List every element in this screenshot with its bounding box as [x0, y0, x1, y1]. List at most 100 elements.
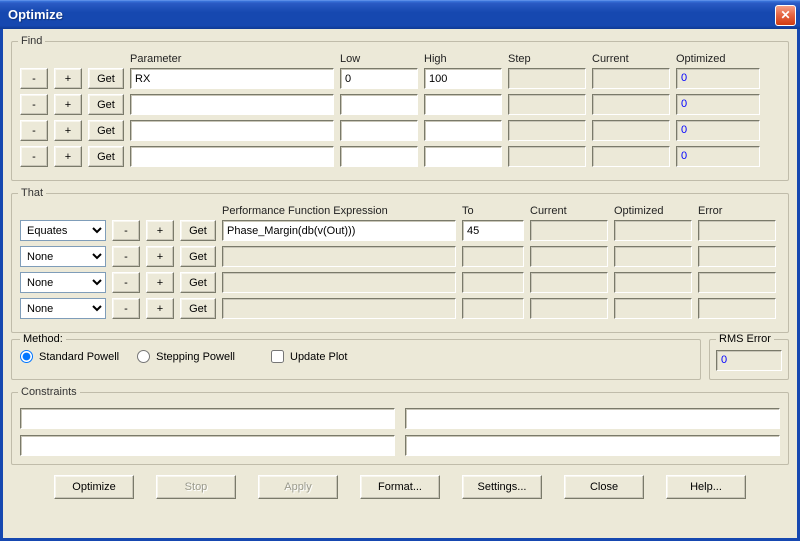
find-hdr-current: Current: [592, 53, 670, 65]
that-plus-button[interactable]: +: [146, 272, 174, 293]
find-hdr-low: Low: [340, 53, 418, 65]
apply-button[interactable]: Apply: [258, 475, 338, 499]
find-optimized-readout: 0: [676, 146, 760, 167]
find-parameter-input[interactable]: [130, 120, 334, 141]
that-expr-input: [222, 298, 456, 319]
that-legend: That: [18, 187, 46, 199]
that-current-readout: [530, 246, 608, 267]
find-step-readout: [508, 68, 586, 89]
that-mode-select[interactable]: EquatesNone: [20, 298, 106, 319]
find-step-readout: [508, 94, 586, 115]
checkbox-update-plot-input[interactable]: [271, 350, 284, 363]
find-parameter-input[interactable]: [130, 68, 334, 89]
find-plus-button[interactable]: +: [54, 120, 82, 141]
radio-stepping-powell-label: Stepping Powell: [156, 351, 235, 363]
that-to-input: [462, 298, 524, 319]
constraint-input[interactable]: [20, 435, 395, 456]
radio-standard-powell[interactable]: Standard Powell: [20, 350, 119, 363]
find-minus-button[interactable]: -: [20, 146, 48, 167]
that-current-readout: [530, 220, 608, 241]
that-mode-select[interactable]: EquatesNone: [20, 220, 106, 241]
find-plus-button[interactable]: +: [54, 68, 82, 89]
find-high-input[interactable]: [424, 146, 502, 167]
that-get-button[interactable]: Get: [180, 246, 216, 267]
close-button[interactable]: Close: [564, 475, 644, 499]
find-hdr-high: High: [424, 53, 502, 65]
that-hdr-optimized: Optimized: [614, 205, 692, 217]
radio-standard-powell-label: Standard Powell: [39, 351, 119, 363]
that-expr-input: [222, 246, 456, 267]
that-plus-button[interactable]: +: [146, 246, 174, 267]
that-to-input: [462, 246, 524, 267]
title-bar: Optimize ✕: [0, 0, 800, 29]
that-error-readout: [698, 272, 776, 293]
that-current-readout: [530, 298, 608, 319]
find-minus-button[interactable]: -: [20, 120, 48, 141]
find-low-input[interactable]: [340, 120, 418, 141]
constraint-input[interactable]: [20, 408, 395, 429]
that-plus-button[interactable]: +: [146, 298, 174, 319]
find-hdr-step: Step: [508, 53, 586, 65]
radio-stepping-powell[interactable]: Stepping Powell: [137, 350, 235, 363]
find-step-readout: [508, 120, 586, 141]
that-optimized-readout: [614, 272, 692, 293]
settings-button[interactable]: Settings...: [462, 475, 542, 499]
that-mode-select[interactable]: EquatesNone: [20, 272, 106, 293]
help-button[interactable]: Help...: [666, 475, 746, 499]
that-current-readout: [530, 272, 608, 293]
that-to-input[interactable]: [462, 220, 524, 241]
that-get-button[interactable]: Get: [180, 272, 216, 293]
that-get-button[interactable]: Get: [180, 298, 216, 319]
find-optimized-readout: 0: [676, 68, 760, 89]
rms-legend: RMS Error: [716, 333, 774, 345]
find-minus-button[interactable]: -: [20, 94, 48, 115]
rms-error-readout: 0: [716, 350, 782, 371]
find-high-input[interactable]: [424, 68, 502, 89]
constraint-input[interactable]: [405, 408, 780, 429]
find-hdr-optimized: Optimized: [676, 53, 760, 65]
find-current-readout: [592, 120, 670, 141]
format-button[interactable]: Format...: [360, 475, 440, 499]
checkbox-update-plot[interactable]: Update Plot: [271, 350, 347, 363]
find-get-button[interactable]: Get: [88, 68, 124, 89]
find-parameter-input[interactable]: [130, 94, 334, 115]
find-hdr-parameter: Parameter: [130, 53, 334, 65]
stop-button[interactable]: Stop: [156, 475, 236, 499]
that-optimized-readout: [614, 298, 692, 319]
that-expr-input[interactable]: [222, 220, 456, 241]
close-icon[interactable]: ✕: [775, 5, 796, 26]
find-get-button[interactable]: Get: [88, 146, 124, 167]
that-minus-button[interactable]: -: [112, 272, 140, 293]
that-error-readout: [698, 220, 776, 241]
find-group: Find Parameter Low High Step Current Opt…: [11, 35, 789, 181]
radio-standard-powell-input[interactable]: [20, 350, 33, 363]
find-optimized-readout: 0: [676, 94, 760, 115]
that-plus-button[interactable]: +: [146, 220, 174, 241]
that-optimized-readout: [614, 246, 692, 267]
that-hdr-current: Current: [530, 205, 608, 217]
find-low-input[interactable]: [340, 94, 418, 115]
find-high-input[interactable]: [424, 94, 502, 115]
that-minus-button[interactable]: -: [112, 298, 140, 319]
constraint-input[interactable]: [405, 435, 780, 456]
find-get-button[interactable]: Get: [88, 94, 124, 115]
that-to-input: [462, 272, 524, 293]
find-parameter-input[interactable]: [130, 146, 334, 167]
find-minus-button[interactable]: -: [20, 68, 48, 89]
find-get-button[interactable]: Get: [88, 120, 124, 141]
that-mode-select[interactable]: EquatesNone: [20, 246, 106, 267]
that-optimized-readout: [614, 220, 692, 241]
that-minus-button[interactable]: -: [112, 220, 140, 241]
find-low-input[interactable]: [340, 68, 418, 89]
that-minus-button[interactable]: -: [112, 246, 140, 267]
optimize-button[interactable]: Optimize: [54, 475, 134, 499]
find-plus-button[interactable]: +: [54, 94, 82, 115]
find-step-readout: [508, 146, 586, 167]
find-high-input[interactable]: [424, 120, 502, 141]
find-optimized-readout: 0: [676, 120, 760, 141]
find-low-input[interactable]: [340, 146, 418, 167]
that-get-button[interactable]: Get: [180, 220, 216, 241]
radio-stepping-powell-input[interactable]: [137, 350, 150, 363]
that-group: That Performance Function Expression To …: [11, 187, 789, 333]
find-plus-button[interactable]: +: [54, 146, 82, 167]
